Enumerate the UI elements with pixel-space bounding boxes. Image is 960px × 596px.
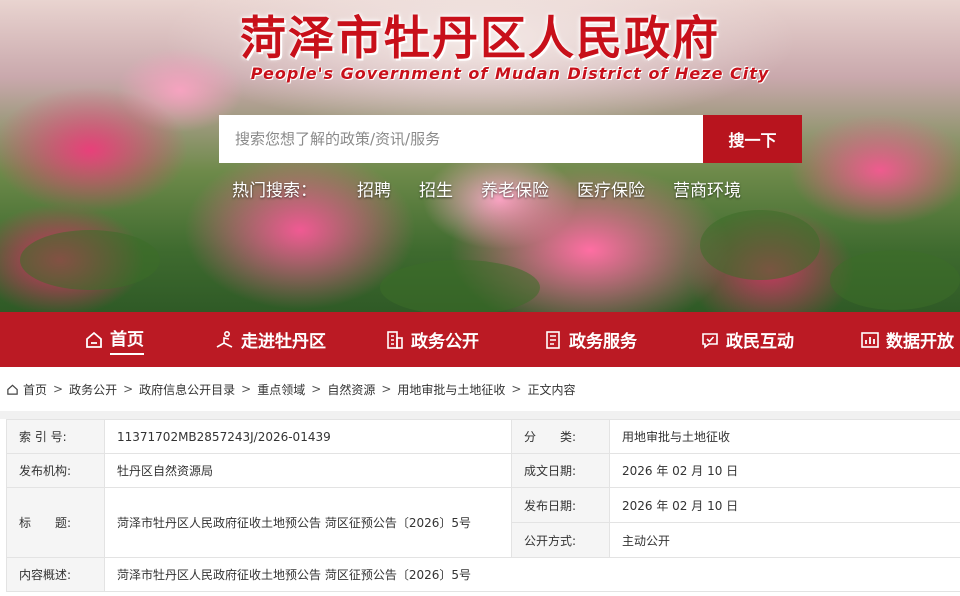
disclosure-method-label: 公开方式: xyxy=(511,522,610,558)
nav-label-interaction: 政民互动 xyxy=(726,332,794,352)
table-row: 发布机构: 牡丹区自然资源局 成文日期: 2026 年 02 月 10 日 xyxy=(6,453,960,488)
publisher-label: 发布机构: xyxy=(6,453,105,488)
summary-value: 菏泽市牡丹区人民政府征收土地预公告 菏区征预公告〔2026〕5号 xyxy=(104,557,960,592)
category-value: 用地审批与土地征收 xyxy=(609,419,960,454)
nav-label-open-data: 数据开放 xyxy=(886,332,954,352)
reading-person-icon xyxy=(216,330,233,348)
nav-item-home[interactable]: 首页 xyxy=(84,312,144,367)
breadcrumb: 首页 > 政务公开 > 政府信息公开目录 > 重点领域 > 自然资源 > 用地审批与土地征… xyxy=(0,367,960,411)
publisher-value: 牡丹区自然资源局 xyxy=(104,453,512,488)
hot-link-recruit[interactable]: 招聘 xyxy=(357,176,391,201)
breadcrumb-land-approval[interactable]: 用地审批与土地征收 xyxy=(397,381,505,398)
disclosure-method-value: 主动公开 xyxy=(609,522,960,558)
hot-searches: 热门搜索： 招聘 招生 养老保险 医疗保险 营商环境 xyxy=(232,175,769,201)
hot-link-pension[interactable]: 养老保险 xyxy=(481,176,549,201)
index-no-label: 索 引 号: xyxy=(6,419,105,454)
header-banner: 菏泽市牡丹区人民政府 People's Government of Mudan … xyxy=(0,0,960,312)
breadcrumb-current: 正文内容 xyxy=(527,382,576,397)
nav-item-gov-affairs[interactable]: 政务公开 xyxy=(385,312,479,367)
search-button[interactable]: 搜一下 xyxy=(703,115,802,163)
section-divider xyxy=(0,411,960,419)
breadcrumb-key-areas[interactable]: 重点领域 xyxy=(257,381,305,398)
document-icon xyxy=(546,330,560,349)
site-subtitle: People's Government of Mudan District of… xyxy=(250,64,770,83)
building-icon xyxy=(387,330,403,349)
home-icon xyxy=(86,331,102,348)
site-title: 菏泽市牡丹区人民政府 xyxy=(240,11,720,65)
publish-date-label: 发布日期: xyxy=(511,487,610,523)
nav-label-gov-service: 政务服务 xyxy=(569,332,637,352)
summary-label: 内容概述: xyxy=(6,557,105,592)
created-date-label: 成文日期: xyxy=(511,453,610,488)
main-nav: 首页 走进牡丹区 政务公开 政务服务 政民互动 数据开放 xyxy=(0,312,960,367)
nav-item-gov-service[interactable]: 政务服务 xyxy=(543,312,637,367)
title-label: 标 题: xyxy=(6,487,105,558)
category-label: 分 类: xyxy=(511,419,610,454)
nav-label-gov-affairs: 政务公开 xyxy=(411,332,479,352)
breadcrumb-natural-resources[interactable]: 自然资源 xyxy=(327,381,375,398)
table-row: 标 题: 菏泽市牡丹区人民政府征收土地预公告 菏区征预公告〔2026〕5号 发布… xyxy=(6,487,960,558)
hot-link-medical[interactable]: 医疗保险 xyxy=(577,176,645,201)
hot-search-label: 热门搜索： xyxy=(232,180,317,201)
table-row: 内容概述: 菏泽市牡丹区人民政府征收土地预公告 菏区征预公告〔2026〕5号 xyxy=(6,557,960,592)
breadcrumb-home[interactable]: 首页 xyxy=(23,381,47,398)
breadcrumb-directory[interactable]: 政府信息公开目录 xyxy=(139,381,235,398)
index-no-value: 11371702MB2857243J/2026-01439 xyxy=(104,419,512,454)
home-icon xyxy=(7,384,18,395)
hot-link-business[interactable]: 营商环境 xyxy=(673,176,741,201)
nav-item-about[interactable]: 走进牡丹区 xyxy=(215,312,326,367)
nav-item-interaction[interactable]: 政民互动 xyxy=(700,312,794,367)
nav-label-home: 首页 xyxy=(110,325,144,355)
search-input[interactable] xyxy=(219,115,704,163)
breadcrumb-gov-affairs[interactable]: 政务公开 xyxy=(69,381,117,398)
chat-check-icon xyxy=(702,332,718,349)
hot-link-enroll[interactable]: 招生 xyxy=(419,176,453,201)
title-value: 菏泽市牡丹区人民政府征收土地预公告 菏区征预公告〔2026〕5号 xyxy=(104,487,512,558)
document-info-table: 索 引 号: 11371702MB2857243J/2026-01439 分 类… xyxy=(6,419,960,592)
table-row: 索 引 号: 11371702MB2857243J/2026-01439 分 类… xyxy=(6,419,960,454)
nav-label-about: 走进牡丹区 xyxy=(241,332,326,352)
nav-item-open-data[interactable]: 数据开放 xyxy=(860,312,954,367)
created-date-value: 2026 年 02 月 10 日 xyxy=(609,453,960,488)
publish-date-value: 2026 年 02 月 10 日 xyxy=(609,487,960,523)
chart-icon xyxy=(861,331,879,348)
